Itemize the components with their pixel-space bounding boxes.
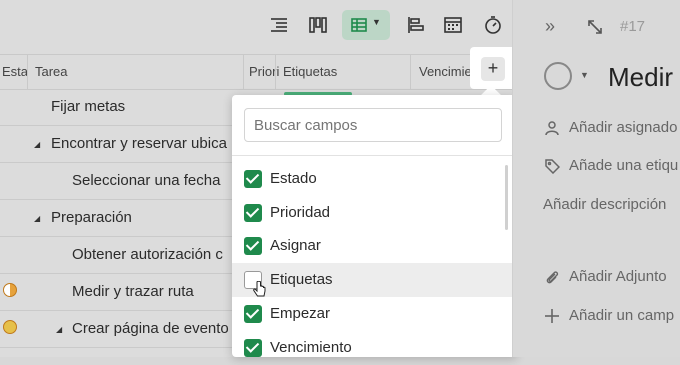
expand-triangle-icon[interactable]: ◢ [34,214,40,223]
collapse-panel-icon[interactable]: » [545,16,555,37]
task-name[interactable]: Preparación [51,209,132,226]
search-fields-input[interactable] [244,108,502,142]
task-name[interactable]: Fijar metas [51,98,125,115]
status-half-icon[interactable] [3,283,17,297]
checkbox[interactable] [244,237,262,255]
header-task[interactable]: Tarea [35,64,68,79]
field-label: Asignar [270,237,321,254]
tag-icon [545,159,560,174]
checkbox[interactable] [244,339,262,357]
task-name[interactable]: Seleccionar una fecha [72,172,220,189]
user-icon [545,121,559,136]
task-name[interactable]: Encontrar y reservar ubica [51,135,227,152]
field-label: Empezar [270,305,331,322]
table-view-button[interactable]: ▼ [342,10,390,40]
calendar-view-icon[interactable] [442,14,464,36]
field-option-etiquetas[interactable]: Etiquetas [232,263,517,297]
field-label: Prioridad [270,204,331,221]
list-view-icon[interactable] [268,14,290,36]
field-label: Vencimiento [270,339,352,356]
task-name[interactable]: Obtener autorización c [72,246,223,263]
add-field[interactable]: Añadir un camp [569,307,674,324]
expand-triangle-icon[interactable]: ◢ [56,325,62,334]
field-label: Etiquetas [270,271,333,288]
add-description[interactable]: Añadir descripción [543,196,666,213]
field-option-prioridad[interactable]: Prioridad [232,196,517,230]
add-tag[interactable]: Añade una etiqu [569,157,678,174]
field-option-empezar[interactable]: Empezar [232,297,517,331]
header-due-date[interactable]: Vencimier [419,64,476,79]
status-progress-icon[interactable] [3,320,17,334]
plus-icon [545,309,559,323]
field-label: Estado [270,170,317,187]
add-attachment[interactable]: Añadir Adjunto [569,268,667,285]
task-detail-panel [512,0,680,357]
task-name[interactable]: Medir y trazar ruta [72,283,194,300]
task-status-circle-icon[interactable] [544,62,572,90]
gantt-view-icon[interactable] [405,14,427,36]
table-header: Esta Tarea Priori Etiquetas Vencimier [0,54,512,90]
task-id: #17 [620,18,646,35]
checkbox[interactable] [244,204,262,222]
task-name[interactable]: Crear página de evento [72,320,229,337]
divider [232,155,517,156]
header-tags[interactable]: Etiquetas [283,64,337,79]
chevron-down-icon: ▼ [372,17,381,27]
field-option-vencimiento[interactable]: Vencimiento [232,331,517,365]
expand-triangle-icon[interactable]: ◢ [34,140,40,149]
field-option-estado[interactable]: Estado [232,162,517,196]
table-view-icon [351,18,367,32]
paperclip-icon [546,271,559,284]
chevron-down-icon[interactable]: ▼ [580,70,589,80]
add-assignee[interactable]: Añadir asignado [569,119,677,136]
checkbox[interactable] [244,305,262,323]
timer-icon[interactable] [482,14,504,36]
checkbox[interactable] [244,170,262,188]
add-column-button[interactable]: + [481,57,505,81]
task-title[interactable]: Medir [608,62,673,93]
field-option-asignar[interactable]: Asignar [232,229,517,263]
expand-icon[interactable] [586,18,604,36]
board-view-icon[interactable] [307,14,329,36]
header-status[interactable]: Esta [2,64,28,79]
